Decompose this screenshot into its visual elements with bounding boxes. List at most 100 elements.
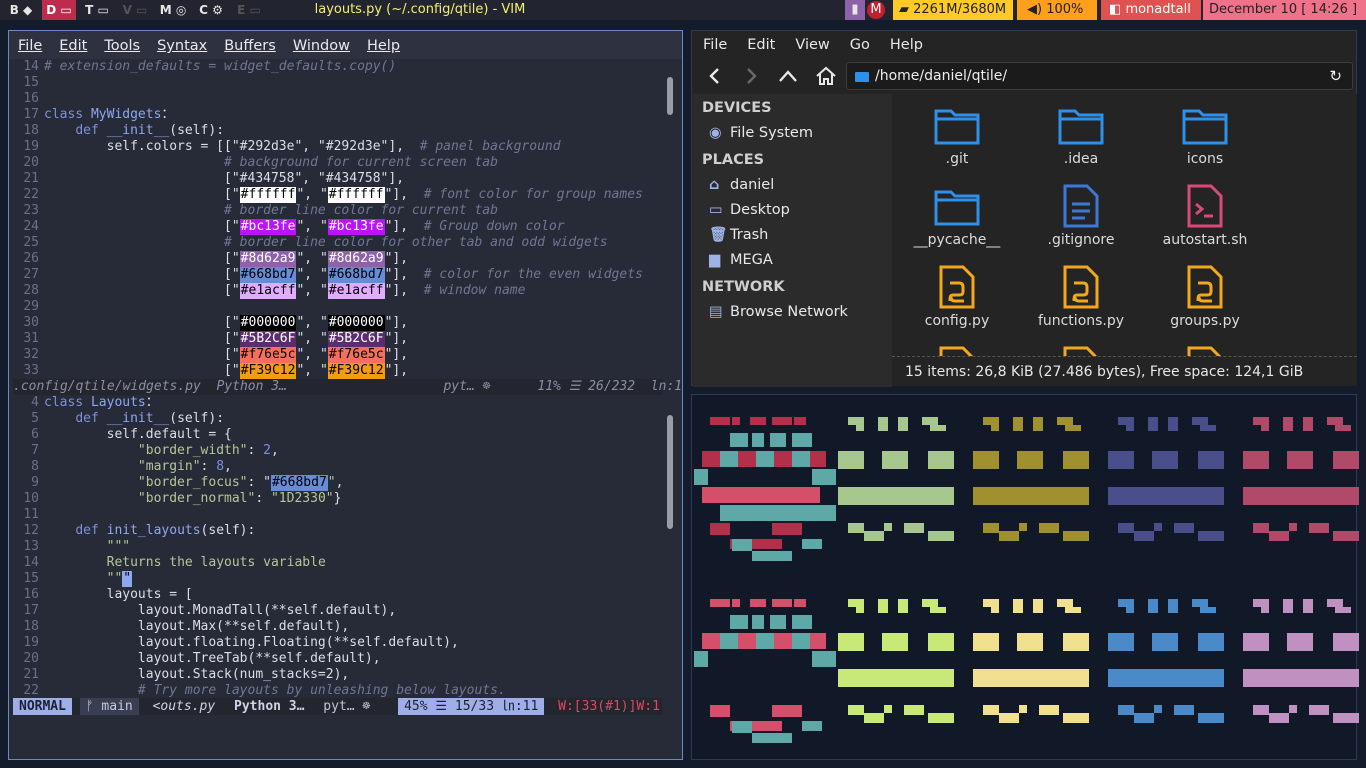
file-item-configpy[interactable]: config.py [895,265,1019,329]
group-3[interactable]: V ▭ [118,0,152,20]
pixel-block [991,425,999,431]
file-item-icons[interactable]: icons [1143,103,1267,167]
group-2[interactable]: T ▭ [80,0,114,20]
code-token: layout.TreeTab(**self.default), [44,651,381,666]
home-icon[interactable] [814,65,838,87]
file-item-pycache[interactable]: __pycache__ [895,184,1019,248]
bottom-line: 5 def __init__(self): [13,411,663,427]
code-token: # color for the even widgets [423,267,643,282]
pixel-block [732,539,752,551]
reload-icon[interactable]: ↻ [1329,63,1342,89]
top-scrollbar[interactable] [667,77,673,115]
sidebar-heading-places: PLACES [702,152,765,168]
up-arrow-icon[interactable] [778,67,798,85]
file-name: groups.py [1170,313,1240,329]
pixel-block [1118,705,1134,715]
sidebar-item-icon: ▆ [709,252,721,268]
fm-menu-view[interactable]: View [784,31,838,53]
code-token: "], [384,267,424,282]
pixel-block [1063,713,1089,723]
bottom-scrollbar[interactable] [667,415,673,529]
layout-widget[interactable]: ◧ monadtall [1101,0,1201,20]
file-item-gitignore[interactable]: .gitignore [1019,184,1143,248]
file-item-functionspy[interactable]: functions.py [1019,265,1143,329]
pixel-block [1118,417,1134,425]
group-5[interactable]: C ⚙ [194,0,228,20]
file-item-groupspy[interactable]: groups.py [1143,265,1267,329]
pixel-block [772,417,792,425]
file-item-git[interactable]: .git [895,103,1019,167]
vim-menu-tools[interactable]: Tools [95,31,148,54]
pixel-block [752,551,792,561]
code-token: [" [44,315,240,330]
vim-menu-edit[interactable]: Edit [50,31,95,54]
code-token: "], [384,219,424,234]
sidebar-item-label: daniel [730,177,775,193]
pixel-block [991,607,999,613]
pixel-block [1174,705,1194,715]
terminal-window[interactable] [691,394,1359,760]
line-number: 20 [23,651,39,666]
pixel-block [1335,425,1351,431]
fm-icon-view[interactable]: .git .idea icons __pycache__ .gitignore autos… [892,94,1357,356]
code-token: class [44,395,91,410]
vim-window[interactable]: File Edit Tools Syntax Buffers Window Help 14 #… [8,30,683,760]
line-number: 6 [31,427,39,442]
group-1[interactable]: D ▭ [42,0,76,20]
volume-value: 100% [1046,2,1084,17]
line-number: 21 [23,171,39,186]
sidebar-item-browse-network[interactable]: ▤ Browse Network [693,300,892,325]
vim-menu-syntax[interactable]: Syntax [148,31,215,54]
bottom-line: 6 self.default = { [13,427,663,443]
sidebar-item-trash[interactable]: 🗑 Trash [693,223,892,248]
sidebar-item-mega[interactable]: ▆ MEGA [693,248,892,273]
file-item-partial[interactable] [1019,346,1143,356]
sidebar-item-desktop[interactable]: ▭ Desktop [693,198,892,223]
sidebar-item-file-system[interactable]: ◉ File System [693,121,892,146]
vim-menu-buffers[interactable]: Buffers [215,31,284,54]
code-token: Returns the layouts variable [106,555,326,570]
line-number: 19 [23,139,39,154]
file-item-partial[interactable] [895,346,1019,356]
bottom-editor-pane[interactable]: 4 class Layouts： 5 def __init__(self): 6 se… [13,395,663,698]
file-manager-window[interactable]: File Edit View Go Help /home/daniel/qtile/ ↻… [691,30,1357,387]
fm-menu-go[interactable]: Go [839,31,879,53]
forward-arrow-icon[interactable] [742,67,760,85]
pixel-block [1333,451,1359,469]
file-item-partial[interactable] [1143,346,1267,356]
pixel-block [864,713,884,723]
group-6[interactable]: E ▭ [232,0,266,20]
folder-icon [895,184,1019,228]
top-line: 27 ["#668bd7", "#668bd7"], # color for t… [13,267,663,283]
line-number: 30 [23,315,39,330]
top-line: 18 def __init__(self): [13,123,663,139]
bottom-line: 18 layout.Max(**self.default), [13,619,663,635]
bottom-line: 21 layout.Stack(num_stacks=2), [13,667,663,683]
fm-menu-file[interactable]: File [692,31,736,53]
group-0[interactable]: B ◆ [4,0,38,20]
file-item-autostartsh[interactable]: autostart.sh [1143,184,1267,248]
bottom-line: 4 class Layouts： [13,395,663,411]
pixel-block [878,599,888,613]
back-arrow-icon[interactable] [706,67,724,85]
file-item-idea[interactable]: .idea [1019,103,1143,167]
volume-widget[interactable]: ◀) 100% [1017,0,1097,20]
pixel-block [1118,523,1134,533]
pixel-block [1200,425,1216,431]
vim-menu-help[interactable]: Help [358,31,408,54]
pixel-block [930,607,946,613]
location-bar[interactable]: /home/daniel/qtile/ ↻ [846,62,1353,90]
memory-value: 2261M/3680M [913,2,1007,17]
line-number: 32 [23,347,39,362]
fm-menu-help[interactable]: Help [879,31,932,53]
vim-menu-file[interactable]: File [9,31,50,54]
top-bar: B ◆ D ▭ T ▭ V ▭ M ◎ C ⚙ E ▭ layouts.py (~/.con… [0,0,1366,20]
fm-menu-edit[interactable]: Edit [736,31,784,53]
group-4[interactable]: M ◎ [156,0,190,20]
vim-menu-window[interactable]: Window [284,31,358,54]
pixel-block [1253,599,1269,607]
top-editor-pane[interactable]: 14 # extension_defaults = widget_defaults… [13,59,663,379]
fm-menubar: File Edit View Go Help [692,31,1356,59]
sidebar-item-daniel[interactable]: ⌂ daniel [693,173,892,198]
